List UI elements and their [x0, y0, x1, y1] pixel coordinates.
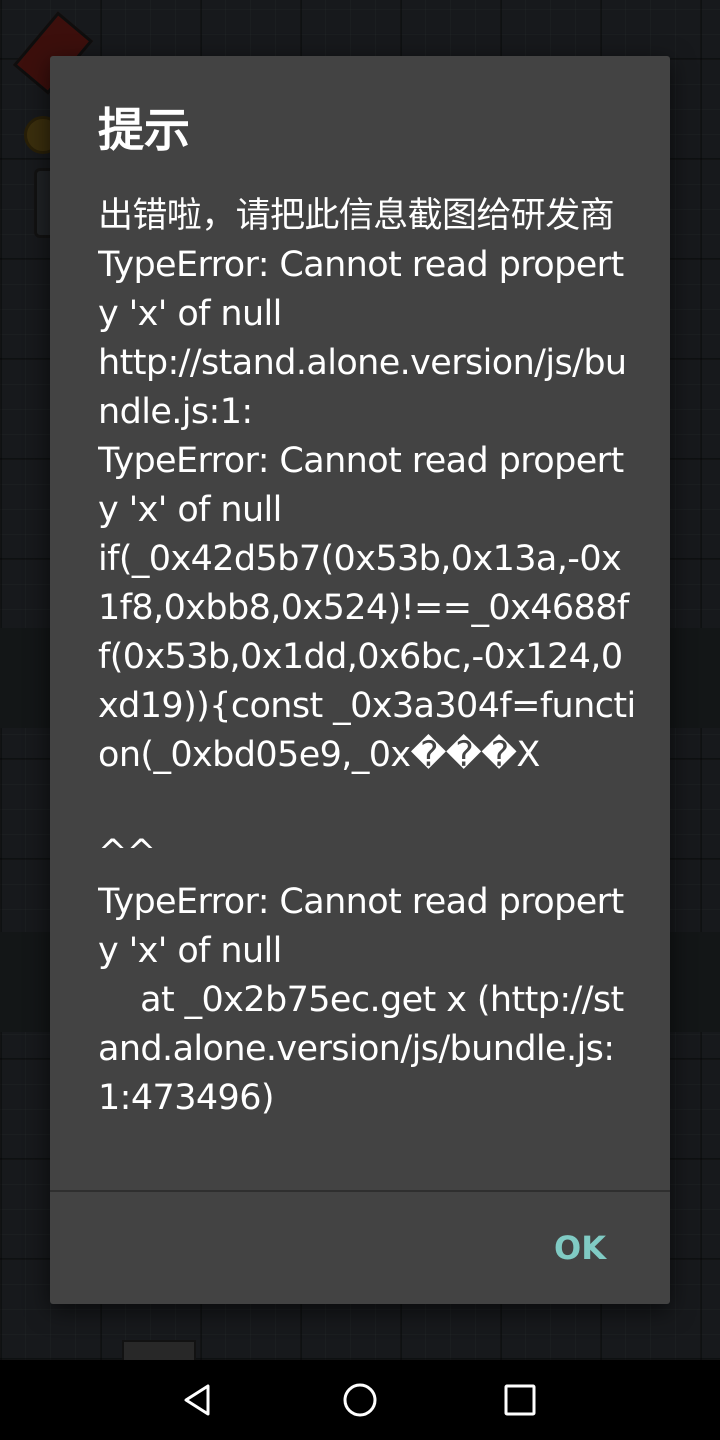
ok-button[interactable]: OK — [530, 1212, 630, 1284]
home-button[interactable] — [300, 1360, 420, 1440]
dialog-actions: OK — [50, 1192, 670, 1304]
dialog-title: 提示 — [98, 103, 190, 157]
back-triangle-icon — [184, 1384, 210, 1416]
error-dialog: 提示 出错啦，请把此信息截图给研发商 TypeError: Cannot rea… — [50, 56, 670, 1304]
back-button[interactable] — [140, 1360, 260, 1440]
dialog-message: 出错啦，请把此信息截图给研发商 TypeError: Cannot read p… — [98, 196, 636, 1118]
recents-button[interactable] — [460, 1360, 580, 1440]
dialog-message-scroll[interactable]: 出错啦，请把此信息截图给研发商 TypeError: Cannot read p… — [98, 192, 638, 1190]
system-navigation-bar — [0, 1360, 720, 1440]
home-circle-icon — [343, 1383, 377, 1417]
recents-square-icon — [504, 1384, 536, 1416]
